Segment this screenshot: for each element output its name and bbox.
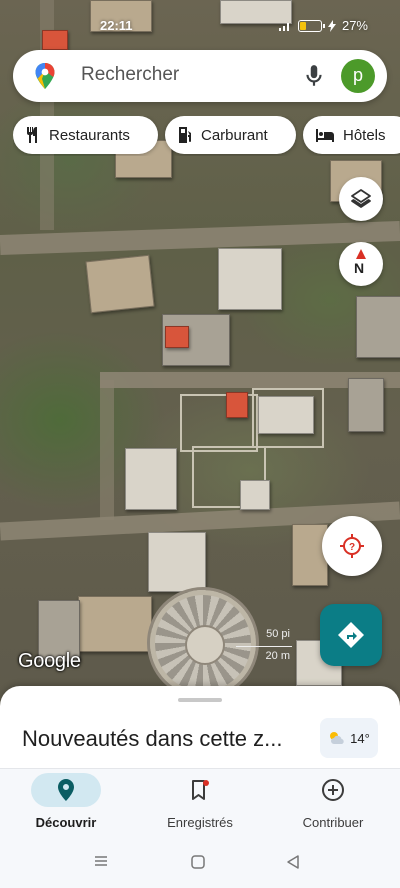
fuel-icon — [179, 127, 191, 143]
location-unknown-icon: ? — [340, 534, 364, 558]
back-icon[interactable] — [286, 854, 300, 875]
map-building — [125, 448, 177, 510]
map-building — [258, 396, 314, 434]
charging-icon — [327, 19, 336, 32]
restaurant-icon — [27, 127, 37, 143]
chip-label: Restaurants — [49, 126, 130, 144]
signal-icon — [278, 22, 289, 31]
map-building — [78, 596, 152, 652]
chip-label: Hôtels — [343, 126, 386, 144]
battery-percent: 27% — [341, 18, 368, 33]
weather-temp: 14° — [350, 730, 370, 746]
drag-handle[interactable] — [178, 698, 222, 702]
sheet-title: Nouveautés dans cette z... — [22, 726, 283, 751]
google-logo: Google — [18, 650, 81, 672]
home-icon[interactable] — [190, 854, 206, 875]
map-building — [218, 248, 282, 310]
weather-chip[interactable]: 14° — [320, 718, 378, 758]
compass-button[interactable]: N — [339, 242, 383, 286]
layers-icon — [351, 189, 371, 208]
compass-letter: N — [354, 260, 365, 276]
search-input[interactable]: Rechercher — [81, 64, 179, 86]
directions-button[interactable] — [320, 604, 382, 666]
chip-restaurants[interactable]: Restaurants — [13, 116, 158, 154]
bottom-sheet[interactable]: Nouveautés dans cette z... 14° — [0, 686, 400, 768]
layers-button[interactable] — [339, 177, 383, 221]
map-building — [240, 480, 270, 510]
search-bar[interactable]: Rechercher p — [13, 50, 387, 102]
compass-needle-icon — [356, 249, 366, 259]
map-building — [356, 296, 400, 358]
location-pin-icon — [58, 779, 74, 801]
nav-label: Contribuer — [302, 815, 364, 830]
map-building — [226, 392, 248, 418]
nav-icon-wrap — [298, 773, 368, 807]
status-time: 22:11 — [100, 18, 133, 33]
map-road — [0, 221, 400, 255]
nav-explore[interactable]: Découvrir — [1, 773, 131, 837]
weather-partly-cloudy-icon — [330, 732, 344, 744]
nav-icon-wrap — [165, 773, 235, 807]
recents-icon[interactable] — [94, 854, 108, 873]
my-location-button[interactable]: ? — [322, 516, 382, 576]
add-circle-icon — [322, 779, 344, 801]
google-maps-pin-icon — [35, 63, 55, 89]
nav-active-indicator — [31, 773, 101, 807]
map-road — [100, 380, 114, 520]
bookmark-icon — [192, 780, 209, 800]
map-building — [148, 532, 206, 592]
svg-text:?: ? — [349, 542, 355, 553]
hotel-icon — [316, 129, 334, 142]
status-icons: 27% — [278, 18, 368, 33]
nav-contribute[interactable]: Contribuer — [268, 773, 398, 837]
nav-saved[interactable]: Enregistrés — [135, 773, 265, 837]
chip-label: Carburant — [201, 126, 268, 144]
map-building — [85, 254, 155, 314]
map-scale: 50 pi 20 m — [236, 626, 292, 666]
status-bar: 22:11 27% — [0, 14, 400, 40]
avatar[interactable]: p — [341, 59, 375, 93]
microphone-icon[interactable] — [301, 63, 327, 89]
nav-label: Découvrir — [35, 815, 97, 830]
bottom-navigation: Découvrir Enregistrés Contribuer — [0, 768, 400, 841]
scale-meters: 20 m — [265, 650, 290, 662]
map-building — [165, 326, 189, 348]
chip-hotels[interactable]: Hôtels — [303, 116, 400, 154]
nav-label: Enregistrés — [167, 815, 233, 830]
battery-icon — [297, 19, 325, 32]
directions-icon — [338, 622, 364, 648]
category-chips: Restaurants Carburant Hôtels — [13, 116, 400, 156]
system-navigation-bar — [0, 840, 400, 888]
chip-fuel[interactable]: Carburant — [165, 116, 296, 154]
map-building — [348, 378, 384, 432]
scale-feet: 50 pi — [266, 628, 290, 640]
